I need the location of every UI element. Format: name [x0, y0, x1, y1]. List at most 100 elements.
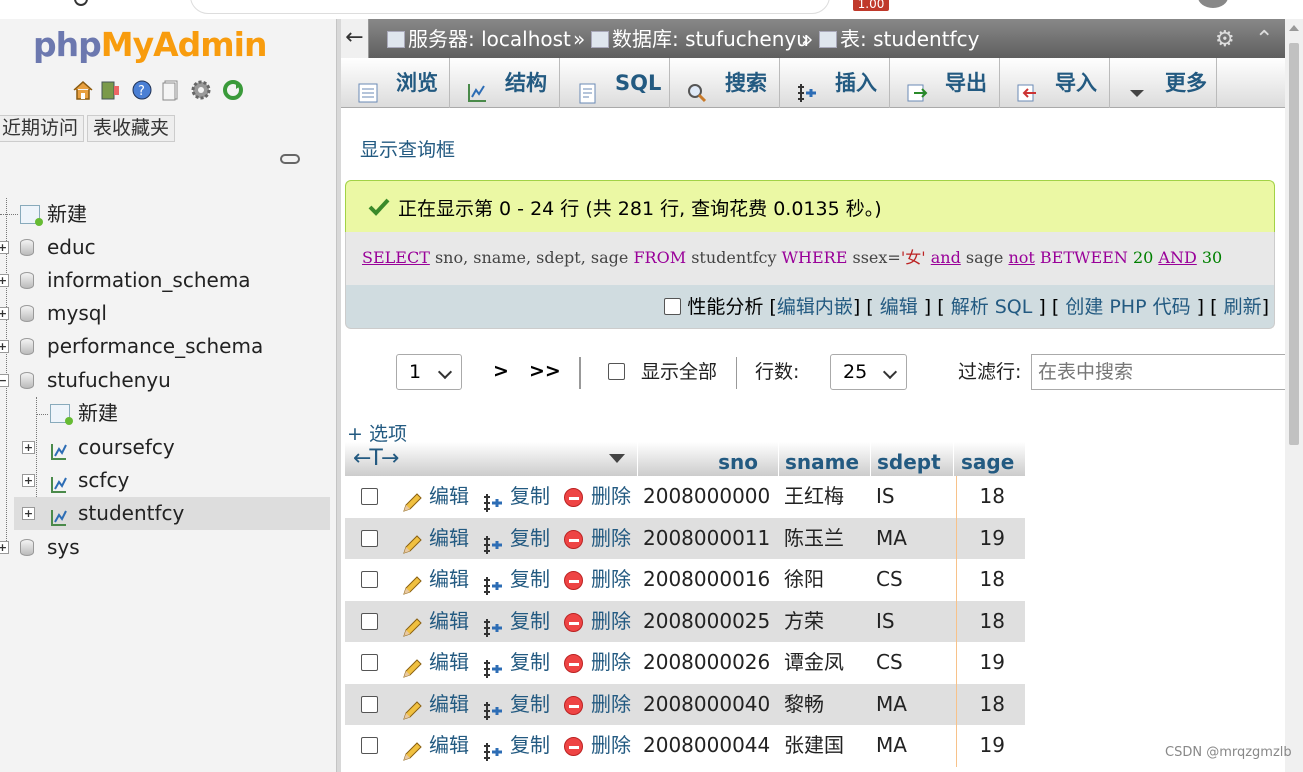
cell-sage[interactable]: 18 — [953, 601, 1025, 642]
edit-row-link[interactable]: 编辑 — [429, 684, 469, 725]
sql-query-text[interactable]: SELECT sno, sname, sdept, sage FROM stud… — [362, 232, 1222, 284]
cell-sno[interactable]: 2008000025 — [643, 601, 770, 642]
cell-sname[interactable]: 张建国 — [784, 725, 844, 766]
cell-sage[interactable]: 18 — [953, 476, 1025, 517]
back-arrow-icon[interactable]: ← — [341, 19, 369, 58]
cell-sdept[interactable]: MA — [876, 518, 907, 559]
refresh-link[interactable]: 刷新 — [1224, 296, 1262, 318]
tab-export[interactable]: 导出 — [890, 58, 1000, 108]
rows-per-page-select[interactable]: 25 — [830, 354, 907, 390]
address-bar[interactable] — [190, 0, 830, 14]
tree-item-sys[interactable]: + sys — [0, 531, 336, 564]
delete-row-link[interactable]: 删除 — [591, 476, 631, 517]
copy-row-link[interactable]: 复制 — [510, 559, 550, 600]
tab-recent[interactable]: 近期访问 — [0, 115, 85, 142]
pencil-icon[interactable] — [401, 653, 423, 678]
column-header-sage[interactable]: sage — [953, 442, 1025, 476]
copy-icon[interactable] — [482, 570, 504, 595]
tab-search[interactable]: 搜索 — [670, 58, 780, 108]
copy-row-link[interactable]: 复制 — [510, 684, 550, 725]
cell-sno[interactable]: 2008000040 — [643, 684, 770, 725]
tree-item-educ[interactable]: + educ — [0, 231, 336, 264]
copy-row-link[interactable]: 复制 — [510, 518, 550, 559]
delete-icon[interactable] — [564, 737, 583, 756]
tree-item-scfcy[interactable]: + scfcy — [0, 464, 336, 497]
row-checkbox[interactable] — [361, 488, 378, 505]
collapse-icon[interactable]: ⌃ — [1255, 27, 1273, 52]
home-icon[interactable] — [72, 79, 94, 101]
docs-icon[interactable] — [160, 79, 182, 101]
cell-sname[interactable]: 王红梅 — [784, 476, 844, 517]
create-php-code-link[interactable]: 创建 PHP 代码 — [1065, 296, 1190, 318]
last-page-button[interactable]: >> — [529, 354, 561, 388]
cell-sno[interactable]: 2008000000 — [643, 476, 770, 517]
copy-icon[interactable] — [482, 487, 504, 512]
cell-sdept[interactable]: MA — [876, 684, 907, 725]
back-icon[interactable] — [74, 0, 88, 6]
link-icon[interactable] — [280, 154, 300, 164]
copy-icon[interactable] — [482, 736, 504, 761]
tree-item-new-table[interactable]: 新建 — [0, 397, 336, 430]
tree-item-stufuchenyu[interactable]: − stufuchenyu — [0, 364, 336, 397]
expand-icon[interactable]: + — [0, 340, 9, 353]
edit-row-link[interactable]: 编辑 — [429, 642, 469, 683]
edit-row-link[interactable]: 编辑 — [429, 601, 469, 642]
row-checkbox[interactable] — [361, 654, 378, 671]
edit-link[interactable]: 编辑 — [880, 296, 918, 318]
cell-sno[interactable]: 2008000026 — [643, 642, 770, 683]
copy-icon[interactable] — [482, 612, 504, 637]
scrollbar-thumb[interactable] — [1289, 43, 1299, 445]
pencil-icon[interactable] — [401, 612, 423, 637]
reload-icon[interactable] — [222, 79, 244, 101]
edit-row-link[interactable]: 编辑 — [429, 518, 469, 559]
tab-structure[interactable]: 结构 — [450, 58, 560, 108]
cell-sage[interactable]: 19 — [953, 642, 1025, 683]
delete-row-link[interactable]: 删除 — [591, 518, 631, 559]
cell-sage[interactable]: 18 — [953, 684, 1025, 725]
exit-icon[interactable] — [99, 79, 121, 101]
expand-icon[interactable]: + — [22, 507, 35, 520]
breadcrumb-table[interactable]: 表: studentfcy — [819, 19, 979, 59]
tree-item-performance-schema[interactable]: + performance_schema — [0, 330, 336, 363]
copy-row-link[interactable]: 复制 — [510, 601, 550, 642]
breadcrumb-database[interactable]: 数据库: stufuchenyu — [591, 19, 809, 59]
pencil-icon[interactable] — [401, 695, 423, 720]
settings-icon[interactable] — [190, 79, 212, 101]
cell-sdept[interactable]: IS — [876, 476, 895, 517]
delete-icon[interactable] — [564, 488, 583, 507]
help-icon[interactable]: ? — [131, 79, 153, 101]
pencil-icon[interactable] — [401, 529, 423, 554]
tab-more[interactable]: 更多 — [1110, 58, 1217, 108]
row-checkbox[interactable] — [361, 695, 378, 713]
column-resize-arrows-icon[interactable]: ←T→ — [353, 444, 399, 474]
copy-row-link[interactable]: 复制 — [510, 725, 550, 766]
delete-row-link[interactable]: 删除 — [591, 601, 631, 642]
edit-row-link[interactable]: 编辑 — [429, 725, 469, 766]
expand-icon[interactable]: + — [0, 241, 9, 254]
row-checkbox[interactable] — [361, 737, 378, 754]
cell-sdept[interactable]: MA — [876, 725, 907, 766]
pencil-icon[interactable] — [401, 570, 423, 595]
sort-menu-icon[interactable] — [609, 454, 625, 463]
delete-row-link[interactable]: 删除 — [591, 642, 631, 683]
tree-item-new[interactable]: 新建 — [0, 198, 336, 231]
next-page-button[interactable]: > — [493, 354, 509, 388]
tree-item-mysql[interactable]: + mysql — [0, 297, 336, 330]
expand-icon[interactable]: + — [22, 474, 35, 487]
tab-browse[interactable]: 浏览 — [341, 58, 450, 108]
cell-sdept[interactable]: CS — [876, 642, 903, 683]
cell-sage[interactable]: 18 — [953, 559, 1025, 600]
show-query-link[interactable]: 显示查询框 — [360, 135, 455, 162]
profiling-checkbox[interactable] — [664, 298, 682, 315]
explain-sql-link[interactable]: 解析 SQL — [951, 296, 1033, 318]
extension-badge[interactable]: 1.00 — [853, 0, 889, 11]
tab-import[interactable]: 导入 — [1000, 58, 1110, 108]
expand-icon[interactable]: + — [0, 307, 9, 320]
collapse-icon[interactable]: − — [0, 374, 9, 387]
tab-insert[interactable]: 插入 — [780, 58, 890, 108]
cell-sname[interactable]: 方荣 — [784, 601, 824, 642]
tree-item-studentfcy[interactable]: + studentfcy — [14, 497, 330, 530]
gear-icon[interactable]: ⚙ — [1215, 27, 1235, 52]
column-header-sno[interactable]: sno — [637, 442, 778, 476]
cell-sdept[interactable]: IS — [876, 601, 895, 642]
